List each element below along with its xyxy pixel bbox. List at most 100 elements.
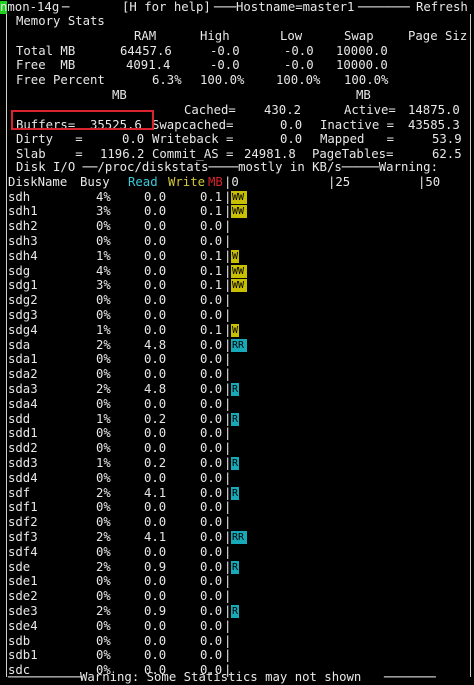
disk-read: 0.0 bbox=[144, 396, 167, 411]
disk-write: 0.0 bbox=[200, 367, 223, 382]
disk-read: 0.0 bbox=[144, 544, 167, 559]
read-activity-bar: RR bbox=[231, 338, 247, 352]
nmon-terminal: nmon-14g ─ [H for help] ─── Hostname=mas… bbox=[0, 0, 474, 684]
disk-name: sde bbox=[8, 559, 31, 574]
disk-write: 0.0 bbox=[200, 485, 223, 500]
write-activity-bar: W bbox=[231, 323, 239, 337]
disk-read: 0.0 bbox=[144, 426, 167, 441]
col-busy: Busy bbox=[80, 174, 110, 189]
write-activity-bar: WW bbox=[231, 190, 247, 204]
disk-busy: 0% bbox=[96, 352, 111, 367]
disk-name: sdh3 bbox=[8, 233, 38, 248]
disk-row: sdg3 0% 0.0 0.0 | bbox=[0, 308, 474, 323]
disk-write: 0.0 bbox=[200, 411, 223, 426]
disk-read: 0.0 bbox=[144, 470, 167, 485]
disk-read: 4.8 bbox=[144, 337, 167, 352]
disk-busy: 0% bbox=[96, 233, 111, 248]
memory-mb-row: MB MB bbox=[112, 87, 371, 102]
disk-row: sdh3 0% 0.0 0.0 | bbox=[0, 234, 474, 249]
disk-busy: 0% bbox=[96, 544, 111, 559]
disk-row: sdg2 0% 0.0 0.0 | bbox=[0, 293, 474, 308]
disk-axis-pipe: | bbox=[224, 633, 232, 648]
col-read: Read bbox=[128, 174, 158, 189]
disk-read: 0.0 bbox=[144, 233, 167, 248]
disk-row: sde1 0% 0.0 0.0 | bbox=[0, 574, 474, 589]
disk-row: sdf 2% 4.1 0.0 | R bbox=[0, 486, 474, 501]
disk-row: sdd1 0% 0.0 0.0 | bbox=[0, 426, 474, 441]
disk-name: sdg4 bbox=[8, 322, 38, 337]
disk-name: sdg bbox=[8, 263, 31, 278]
disk-name: sdg1 bbox=[8, 278, 38, 293]
disk-name: sda1 bbox=[8, 352, 38, 367]
scale-25: |25 bbox=[328, 174, 351, 189]
disk-read: 0.0 bbox=[144, 189, 167, 204]
disk-write: 0.0 bbox=[200, 293, 223, 308]
disk-read: 4.8 bbox=[144, 381, 167, 396]
disk-row: sdf2 0% 0.0 0.0 | bbox=[0, 515, 474, 530]
disk-axis-pipe: | bbox=[224, 426, 232, 441]
disk-read: 0.2 bbox=[144, 455, 167, 470]
disk-read: 0.0 bbox=[144, 367, 167, 382]
disk-read: 0.0 bbox=[144, 441, 167, 456]
disk-row: sdh4 1% 0.0 0.1 | W bbox=[0, 249, 474, 264]
disk-write: 0.0 bbox=[200, 219, 223, 234]
disk-axis-pipe: | bbox=[224, 307, 232, 322]
disk-name: sda3 bbox=[8, 381, 38, 396]
disk-write: 0.0 bbox=[200, 381, 223, 396]
disk-write: 0.0 bbox=[200, 529, 223, 544]
col-high: High bbox=[200, 28, 230, 43]
read-activity-bar: RR bbox=[231, 530, 247, 544]
disk-axis-pipe: | bbox=[224, 396, 232, 411]
col-page-size: Page Siz bbox=[408, 28, 468, 43]
disk-busy: 0% bbox=[96, 618, 111, 633]
disk-write: 0.0 bbox=[200, 352, 223, 367]
disk-axis-pipe: | bbox=[224, 352, 232, 367]
disk-axis-pipe: | bbox=[224, 233, 232, 248]
disk-busy: 0% bbox=[96, 515, 111, 530]
write-activity-bar: WW bbox=[231, 264, 247, 278]
disk-row: sdh 4% 0.0 0.1 | WW bbox=[0, 190, 474, 205]
disk-row: sda4 0% 0.0 0.0 | bbox=[0, 397, 474, 412]
disk-read: 0.0 bbox=[144, 500, 167, 515]
disk-axis-pipe: | bbox=[224, 544, 232, 559]
disk-write: 0.1 bbox=[200, 189, 223, 204]
col-mb: MB bbox=[208, 174, 223, 189]
disk-read: 0.0 bbox=[144, 293, 167, 308]
disk-row: sdb1 0% 0.0 0.0 | bbox=[0, 648, 474, 663]
disk-busy: 2% bbox=[96, 337, 111, 352]
disk-name: sdh4 bbox=[8, 248, 38, 263]
memory-stats-panel: Memory Stats RAM High Low Swap Page Siz … bbox=[0, 14, 474, 162]
disk-write: 0.1 bbox=[200, 263, 223, 278]
disk-read: 0.0 bbox=[144, 574, 167, 589]
col-diskname: DiskName bbox=[8, 174, 68, 189]
disk-name: sdg3 bbox=[8, 307, 38, 322]
disk-write: 0.1 bbox=[200, 278, 223, 293]
disk-busy: 0% bbox=[96, 219, 111, 234]
disk-write: 0.0 bbox=[200, 648, 223, 663]
disk-name: sdd2 bbox=[8, 441, 38, 456]
disk-axis-pipe: | bbox=[224, 648, 232, 663]
disk-write: 0.0 bbox=[200, 500, 223, 515]
disk-write: 0.0 bbox=[200, 470, 223, 485]
col-low: Low bbox=[280, 28, 303, 43]
disk-name: sda2 bbox=[8, 367, 38, 382]
disk-write: 0.0 bbox=[200, 603, 223, 618]
disk-busy: 0% bbox=[96, 633, 111, 648]
disk-read: 0.0 bbox=[144, 648, 167, 663]
disk-io-panel: Disk I/O ──/proc/diskstats────mostly in … bbox=[0, 160, 474, 678]
disk-row: sde 2% 0.9 0.0 | R bbox=[0, 560, 474, 575]
write-activity-bar: WW bbox=[231, 205, 247, 219]
disk-busy: 2% bbox=[96, 381, 111, 396]
disk-name: sdf4 bbox=[8, 544, 38, 559]
disk-read: 0.0 bbox=[144, 515, 167, 530]
disk-row: sde2 0% 0.0 0.0 | bbox=[0, 589, 474, 604]
disk-row: sdd3 1% 0.2 0.0 | R bbox=[0, 456, 474, 471]
read-activity-bar: R bbox=[231, 456, 239, 470]
disk-row: sdg1 3% 0.0 0.1 | WW bbox=[0, 278, 474, 293]
disk-write: 0.0 bbox=[200, 589, 223, 604]
disk-busy: 0% bbox=[96, 589, 111, 604]
disk-read: 0.0 bbox=[144, 263, 167, 278]
disk-row: sdg4 1% 0.0 0.1 | W bbox=[0, 323, 474, 338]
disk-axis-pipe: | bbox=[224, 441, 232, 456]
disk-write: 0.1 bbox=[200, 248, 223, 263]
